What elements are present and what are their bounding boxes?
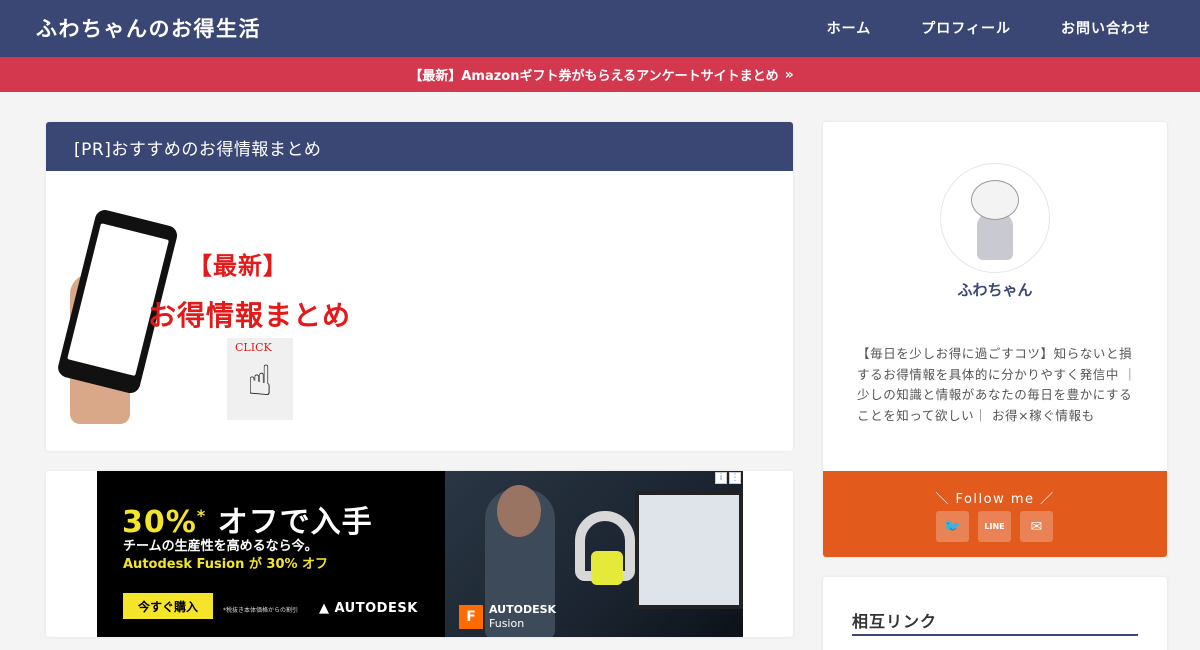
nav-item-profile[interactable]: プロフィール: [921, 18, 1011, 38]
nav-item-contact[interactable]: お問い合わせ: [1061, 18, 1151, 38]
follow-section: ＼ Follow me ／ 🐦 LINE ✉: [823, 471, 1167, 557]
nav-item-home[interactable]: ホーム: [827, 18, 872, 38]
fusion-brand-product: Fusion: [489, 617, 525, 630]
pr-card: [PR]おすすめのお得情報まとめ 【最新】 お得情報まとめ CLICK ☝: [46, 122, 793, 451]
ad-photo-panel: F AUTODESK Fusion: [445, 471, 743, 637]
links-title: 相互リンク: [852, 612, 938, 631]
click-label: CLICK: [235, 341, 272, 354]
mail-icon[interactable]: ✉: [1020, 511, 1053, 542]
fusion-brand-company: AUTODESK: [489, 603, 557, 616]
ad-subline-2: Autodesk Fusion が 30% オフ: [123, 557, 329, 572]
autodesk-ad-banner[interactable]: 30%* オフで入手 チームの生産性を高めるなら今。 Autodesk Fusi…: [97, 471, 743, 637]
ad-controls: i ⋮: [715, 472, 741, 484]
profile-widget: ふわちゃん 【毎日を少しお得に過ごすコツ】知らないと損するお得情報を具体的に分か…: [823, 122, 1167, 557]
fusion-logo-icon: F: [459, 605, 483, 629]
follow-icons: 🐦 LINE ✉: [936, 511, 1053, 542]
profile-description: 【毎日を少しお得に過ごすコツ】知らないと損するお得情報を具体的に分かりやすく発信…: [857, 346, 1137, 423]
ad-more-icon[interactable]: ⋮: [729, 472, 741, 484]
ad-person-head: [497, 485, 541, 537]
line-icon[interactable]: LINE: [978, 511, 1011, 542]
ad-buy-button[interactable]: 今すぐ購入: [123, 593, 213, 619]
pr-banner-line2: お得情報まとめ: [148, 299, 352, 332]
click-sign: CLICK ☝: [227, 338, 293, 420]
notice-text: 【最新】Amazonギフト券がもらえるアンケートサイトまとめ: [409, 69, 779, 84]
ad-info-icon[interactable]: i: [715, 472, 727, 484]
autodesk-logo: ▲ AUTODESK: [319, 601, 418, 616]
fusion-brand: AUTODESK Fusion: [489, 603, 556, 631]
site-header: ふわちゃんのお得生活 ホーム プロフィール お問い合わせ: [0, 0, 1200, 57]
links-title-underline: [852, 634, 1138, 636]
avatar-head-shape: [971, 180, 1019, 220]
profile-name[interactable]: ふわちゃん: [823, 279, 1167, 300]
ad-subline-1: チームの生産性を高めるなら今。: [123, 539, 318, 554]
site-title[interactable]: ふわちゃんのお得生活: [36, 13, 261, 43]
main-nav: ホーム プロフィール お問い合わせ: [827, 18, 1151, 38]
pr-banner-image[interactable]: 【最新】 お得情報まとめ CLICK ☝: [56, 207, 370, 429]
notice-bar[interactable]: 【最新】Amazonギフト券がもらえるアンケートサイトまとめ »: [0, 57, 1200, 92]
pr-card-title: [PR]おすすめのお得情報まとめ: [46, 122, 793, 171]
chevron-right-icon: »: [784, 66, 794, 83]
links-widget: 相互リンク: [823, 577, 1167, 650]
ad-left-panel: 30%* オフで入手 チームの生産性を高めるなら今。 Autodesk Fusi…: [97, 471, 447, 637]
ad-footnote: *税抜き本体価格からの割引: [223, 607, 299, 614]
ad-headline-star: *: [196, 506, 207, 525]
pointer-hand-icon: ☝: [247, 356, 273, 405]
monitor-shape: [635, 491, 743, 609]
pr-banner-line1: 【最新】: [188, 252, 288, 280]
headphone-cup-shape: [591, 551, 623, 585]
twitter-icon[interactable]: 🐦: [936, 511, 969, 542]
ad-card: 30%* オフで入手 チームの生産性を高めるなら今。 Autodesk Fusi…: [46, 471, 793, 637]
follow-title: ＼ Follow me ／: [935, 492, 1055, 507]
avatar[interactable]: [940, 163, 1050, 273]
